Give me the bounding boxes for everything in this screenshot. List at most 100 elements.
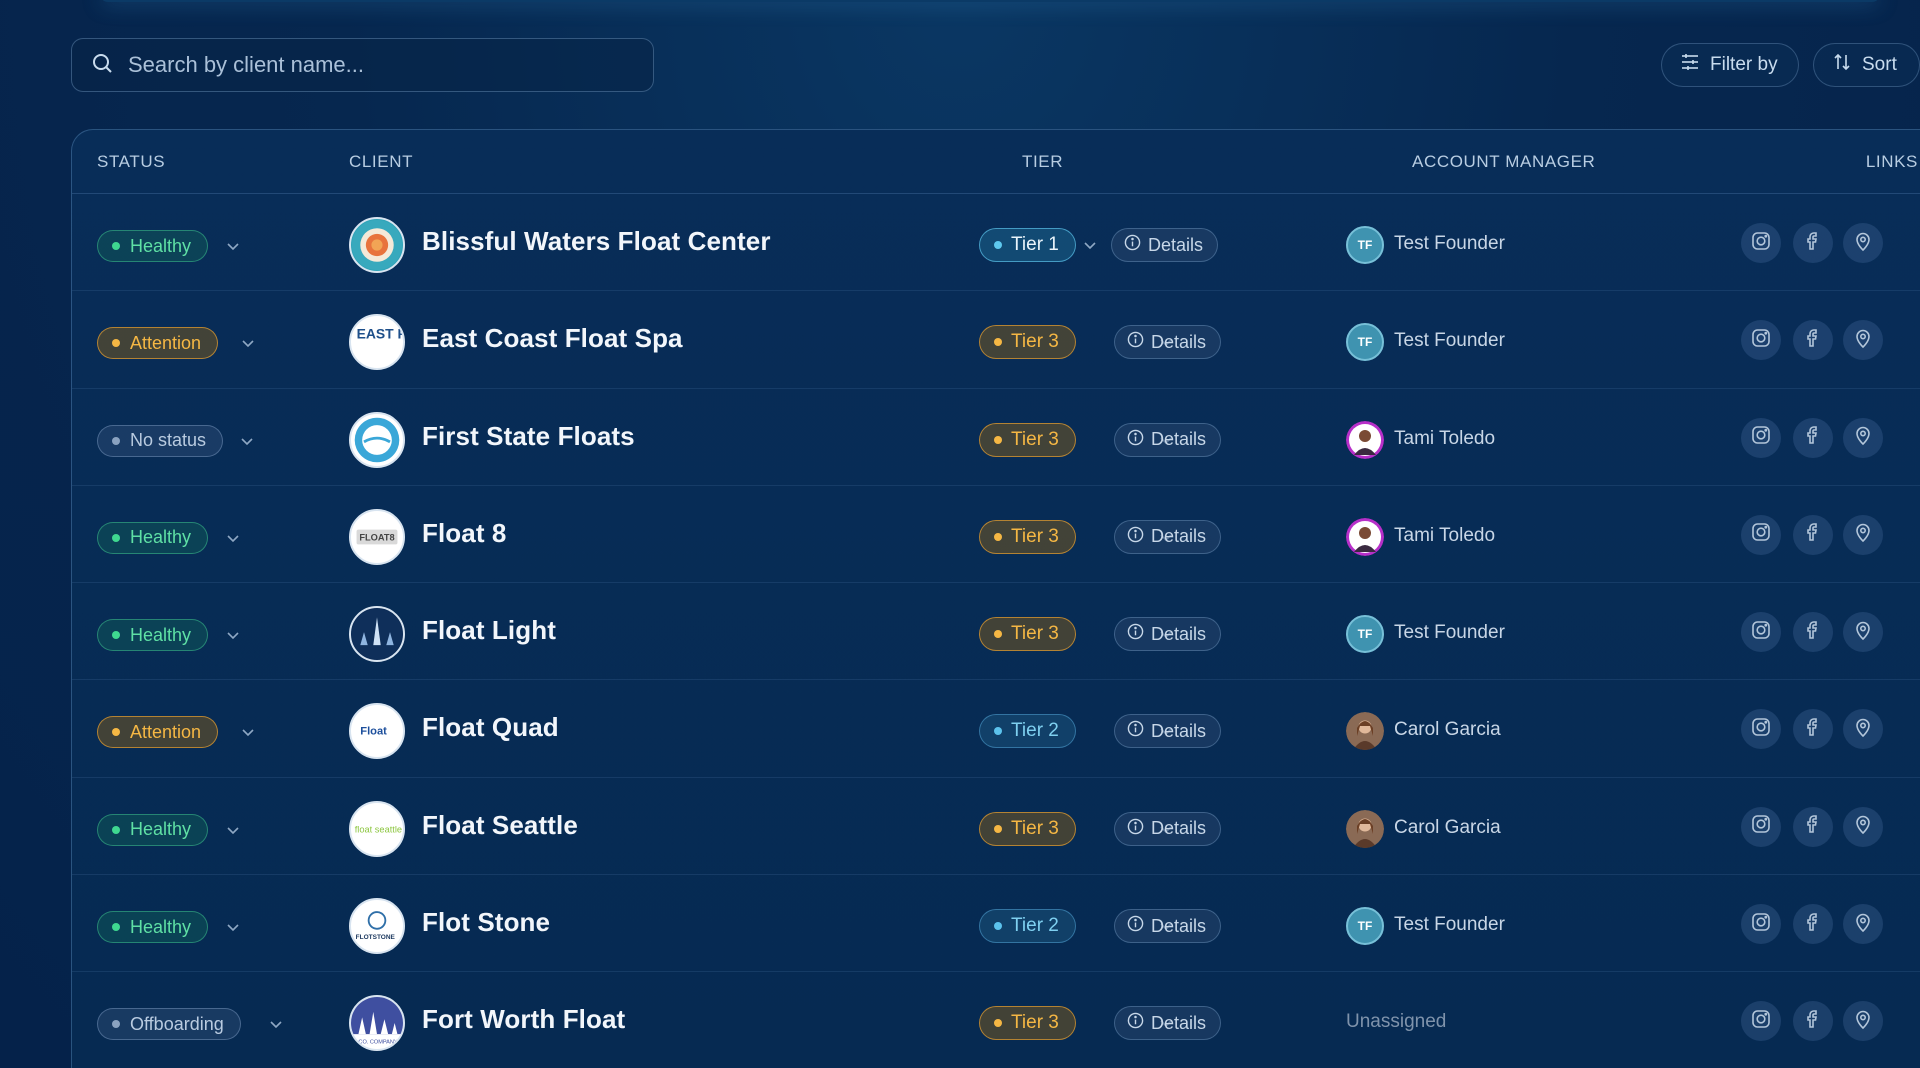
chevron-down-icon[interactable] [241,725,255,739]
details-button[interactable]: Details [1114,519,1222,554]
table-row[interactable]: Healthy FLOAT8 Float 8 Tier 3 Details Ta… [72,486,1920,584]
details-button[interactable]: Details [1114,1006,1222,1041]
table-row[interactable]: Offboarding CO. COMPANY Fort Worth Float… [72,972,1920,1068]
table-row[interactable]: Healthy float seattle Float Seattle Tier… [72,778,1920,876]
instagram-link[interactable] [1741,514,1781,555]
instagram-link[interactable] [1741,223,1781,263]
client-name[interactable]: Flot Stone [422,907,550,938]
details-button[interactable]: Details [1114,909,1222,944]
tier-label: Tier 3 [1011,331,1059,353]
tier-badge[interactable]: Tier 2 [979,714,1076,749]
client-logo [349,411,405,468]
chevron-down-icon[interactable] [226,823,240,837]
table-row[interactable]: Healthy FLOTSTONE Flot Stone Tier 2 Deta… [72,875,1920,973]
search-box[interactable] [71,38,654,92]
facebook-icon [1802,911,1824,938]
account-manager-name: Carol Garcia [1394,816,1501,838]
facebook-link[interactable] [1793,223,1833,263]
chevron-down-icon[interactable] [226,628,240,642]
logo-text: EAST FLOA [357,326,403,342]
status-badge[interactable]: Healthy [97,230,209,262]
tier-badge[interactable]: Tier 3 [979,519,1076,554]
sort-button[interactable]: Sort [1813,43,1920,87]
map-link[interactable] [1843,612,1883,653]
status-badge[interactable]: No status [97,424,224,457]
tier-badge[interactable]: Tier 3 [979,617,1076,652]
map-link[interactable] [1843,1001,1883,1042]
client-name[interactable]: Float Light [422,615,556,646]
map-link[interactable] [1843,514,1883,555]
logo-text: CO. COMPANY [358,1040,397,1046]
chevron-down-icon[interactable] [226,920,240,934]
instagram-link[interactable] [1741,806,1781,847]
column-header-account-manager[interactable]: ACCOUNT MANAGER [1412,152,1595,172]
facebook-link[interactable] [1793,612,1833,653]
details-button[interactable]: Details [1114,617,1222,652]
instagram-link[interactable] [1741,709,1781,750]
tier-badge[interactable]: Tier 1 [979,228,1076,262]
facebook-link[interactable] [1793,417,1833,458]
tier-badge[interactable]: Tier 3 [979,811,1076,846]
status-dot [112,339,120,348]
tier-badge[interactable]: Tier 3 [979,422,1076,457]
chevron-down-icon[interactable] [226,531,240,545]
chevron-down-icon[interactable] [241,336,255,350]
status-badge[interactable]: Offboarding [97,1008,241,1041]
chevron-down-icon[interactable] [240,434,254,448]
filter-button[interactable]: Filter by [1661,43,1799,87]
facebook-link[interactable] [1793,514,1833,555]
map-link[interactable] [1843,417,1883,458]
instagram-link[interactable] [1741,320,1781,361]
tier-badge[interactable]: Tier 3 [979,325,1076,360]
instagram-link[interactable] [1741,417,1781,458]
details-button[interactable]: Details [1114,325,1222,360]
details-label: Details [1151,331,1207,352]
client-name[interactable]: Fort Worth Float [422,1004,625,1035]
column-header-client[interactable]: CLIENT [349,152,413,172]
tier-badge[interactable]: Tier 2 [979,909,1076,944]
table-row[interactable]: No status First State Floats Tier 3 Deta… [72,389,1920,486]
status-badge[interactable]: Healthy [97,813,209,846]
status-badge[interactable]: Healthy [97,911,209,944]
facebook-link[interactable] [1793,709,1833,750]
client-name[interactable]: Float Seattle [422,810,578,841]
facebook-link[interactable] [1793,904,1833,945]
tier-label: Tier 3 [1011,817,1059,839]
tier-badge[interactable]: Tier 3 [979,1006,1076,1041]
column-header-tier[interactable]: TIER [1022,152,1063,172]
map-link[interactable] [1843,223,1883,263]
details-button[interactable]: Details [1114,811,1222,846]
map-link[interactable] [1843,806,1883,847]
chevron-down-icon[interactable] [1083,238,1097,252]
table-row[interactable]: Attention Float Float Quad Tier 2 Detail… [72,680,1920,778]
details-button[interactable]: Details [1114,422,1222,457]
status-badge[interactable]: Attention [97,716,219,749]
map-link[interactable] [1843,320,1883,361]
column-header-status[interactable]: STATUS [97,152,165,172]
table-row[interactable]: Healthy Float Light Tier 3 Details TF Te… [72,583,1920,681]
status-badge[interactable]: Healthy [97,619,209,652]
instagram-link[interactable] [1741,904,1781,945]
map-link[interactable] [1843,709,1883,750]
map-link[interactable] [1843,904,1883,945]
chevron-down-icon[interactable] [269,1017,283,1031]
facebook-link[interactable] [1793,320,1833,361]
status-badge[interactable]: Attention [97,327,219,360]
details-button[interactable]: Details [1114,714,1222,749]
chevron-down-icon[interactable] [226,239,240,253]
client-name[interactable]: East Coast Float Spa [422,323,683,354]
table-row[interactable]: Attention EAST FLOA East Coast Float Spa… [72,291,1920,389]
client-name[interactable]: Float 8 [422,518,507,549]
status-badge[interactable]: Healthy [97,521,209,554]
facebook-link[interactable] [1793,1001,1833,1042]
instagram-link[interactable] [1741,612,1781,653]
search-input[interactable] [128,52,653,78]
facebook-link[interactable] [1793,806,1833,847]
instagram-link[interactable] [1741,1001,1781,1042]
map-pin-icon [1852,424,1874,451]
details-button[interactable]: Details [1111,228,1219,262]
client-name[interactable]: First State Floats [422,421,635,452]
table-row[interactable]: Healthy Blissful Waters Float Center Tie… [72,194,1920,292]
client-name[interactable]: Blissful Waters Float Center [422,226,771,257]
client-name[interactable]: Float Quad [422,712,559,743]
